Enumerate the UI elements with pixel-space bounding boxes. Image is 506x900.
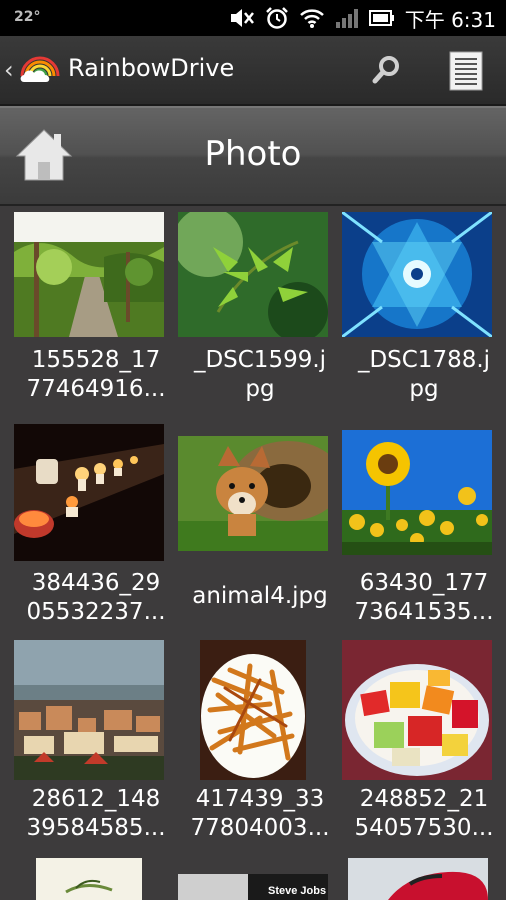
list-menu-icon[interactable] [448, 50, 484, 92]
action-bar: ‹ RainbowDrive [0, 36, 506, 106]
thumbnail-city-skyline [14, 640, 164, 780]
file-name: _DSC1599.j pg [193, 347, 327, 402]
thumbnail-candles [14, 424, 164, 561]
wifi-icon [299, 9, 324, 28]
file-name: 417439_33 77804003... [190, 786, 330, 841]
mute-icon [230, 9, 254, 27]
thumbnail-fruit-bowl [342, 640, 492, 780]
thumbnail-fox [178, 436, 328, 551]
file-name: 384436_29 05532237... [26, 570, 166, 625]
status-bar: 22° 下午 6:31 [0, 0, 506, 36]
rainbow-cloud-logo[interactable] [18, 50, 64, 86]
app-title: RainbowDrive [68, 54, 235, 82]
file-name: animal4.jpg [192, 583, 328, 609]
thumbnail-sunflowers [342, 430, 492, 555]
thumbnail-plate-dish [36, 858, 142, 900]
file-name: 248852_21 54057530... [354, 786, 494, 841]
file-name: _DSC1788.j pg [357, 347, 491, 402]
thumbnail-blue-kaleidoscope [342, 212, 492, 337]
clock: 下午 6:31 [404, 7, 496, 32]
folder-title: Photo [204, 134, 302, 174]
signal-icon [335, 9, 358, 28]
thumbnail-green-leaves [178, 212, 328, 337]
svg-text:Steve Jobs: Steve Jobs [268, 885, 326, 897]
file-name: 155528_17 77464916... [26, 347, 166, 402]
battery-icon [368, 10, 394, 26]
thumbnail-french-fries [200, 640, 306, 780]
search-icon[interactable] [368, 52, 404, 88]
file-name: 63430_177 73641535... [354, 570, 494, 625]
thumbnail-vineyard-path [14, 212, 164, 337]
folder-header: Photo [0, 106, 506, 206]
thumbnail-steve-jobs: Steve Jobs [178, 874, 328, 900]
back-chevron-icon[interactable]: ‹ [4, 56, 14, 84]
alarm-icon [265, 7, 288, 29]
thumbnail-red-car [348, 858, 488, 900]
temperature-indicator: 22° [14, 9, 41, 25]
file-name: 28612_148 39584585... [26, 786, 166, 841]
